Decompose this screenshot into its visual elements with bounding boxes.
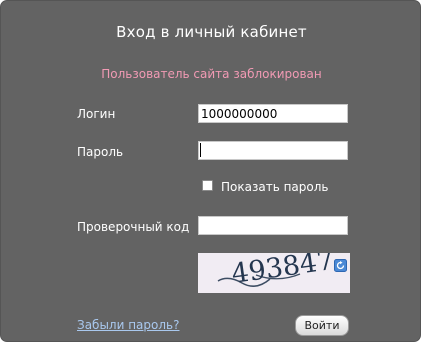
show-password-label[interactable]: Показать пароль: [221, 180, 328, 194]
text-cursor: [200, 143, 201, 157]
password-label: Пароль: [77, 145, 124, 159]
error-message: Пользователь сайта заблокирован: [101, 67, 322, 81]
show-password-checkbox[interactable]: [202, 180, 213, 191]
captcha-input[interactable]: [198, 216, 348, 235]
captcha-label: Проверочный код: [77, 220, 190, 234]
password-input[interactable]: [198, 141, 348, 160]
captcha-image: 493847: [198, 253, 350, 293]
login-title: Вход в личный кабинет: [116, 23, 307, 41]
login-input[interactable]: [198, 104, 348, 123]
forgot-password-link[interactable]: Забыли пароль?: [77, 318, 179, 332]
captcha-graphic: 493847: [217, 253, 336, 290]
login-label: Логин: [77, 107, 116, 121]
login-button[interactable]: Войти: [295, 315, 349, 336]
login-panel: Вход в личный кабинет Пользователь сайта…: [0, 0, 421, 342]
refresh-icon[interactable]: [334, 257, 347, 272]
captcha-text: 493847: [230, 253, 336, 290]
refresh-icon-graphic: [334, 259, 347, 272]
